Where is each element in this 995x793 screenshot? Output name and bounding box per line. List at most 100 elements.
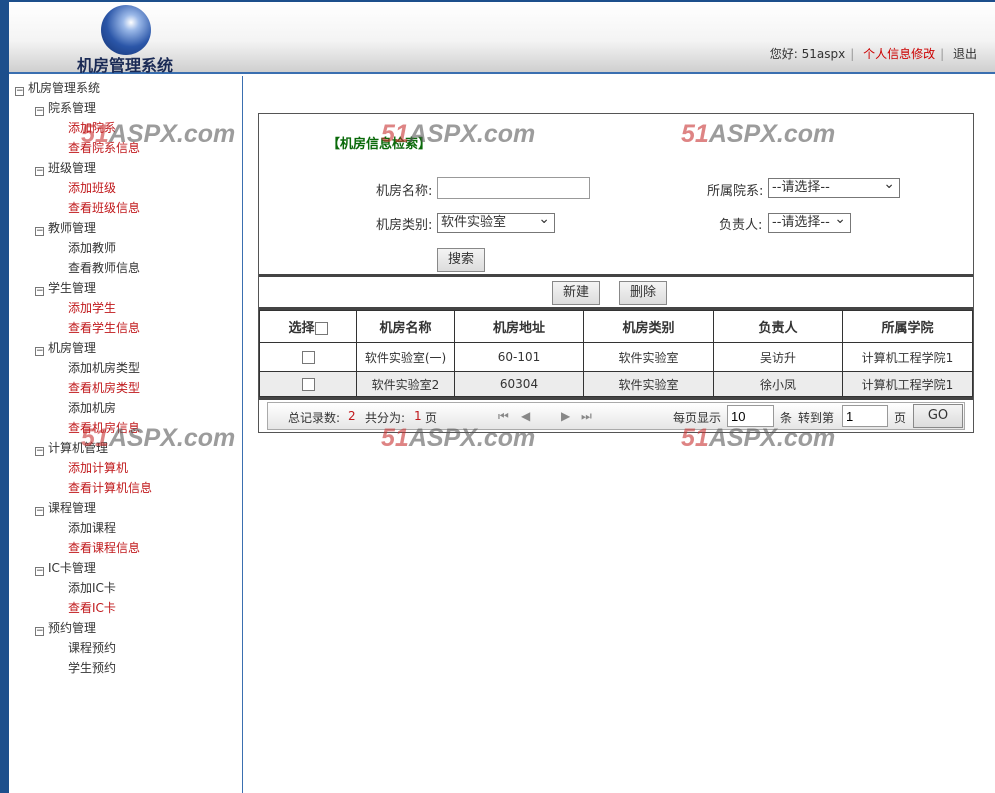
tree-item[interactable]: 添加IC卡 (9, 578, 242, 598)
sidebar-tree: − 机房管理系统 − 院系管理 添加院系 查看院系信息 − 班级管理 添加班级 查看班级信息 − 教师… (9, 76, 243, 793)
new-button[interactable]: 新建 (552, 281, 600, 305)
last-page-icon[interactable]: ⏭ (581, 409, 592, 424)
collapse-icon[interactable]: − (35, 287, 44, 296)
tree-item[interactable]: 查看计算机信息 (9, 478, 242, 498)
collapse-icon[interactable]: − (15, 87, 24, 96)
tree-group[interactable]: − 班级管理 (9, 158, 242, 178)
manager-select[interactable]: --请选择-- (768, 210, 851, 233)
collapse-icon[interactable]: − (35, 347, 44, 356)
tree-item[interactable]: 添加教师 (9, 238, 242, 258)
tree-item[interactable]: 添加机房类型 (9, 358, 242, 378)
collapse-icon[interactable]: − (35, 507, 44, 516)
tree-item[interactable]: 查看课程信息 (9, 538, 242, 558)
tree-group-label: 预约管理 (48, 621, 97, 635)
tree-group-label: 学生管理 (48, 281, 97, 295)
action-bar: 新建 删除 (259, 277, 973, 310)
tree-group-label: 院系管理 (48, 101, 97, 115)
tree-item[interactable]: 添加学生 (9, 298, 242, 318)
tree-group[interactable]: − IC卡管理 (9, 558, 242, 578)
collapse-icon[interactable]: − (35, 227, 44, 236)
header-college: 所属学院 (842, 310, 973, 343)
header-label: 选择 (288, 321, 315, 336)
logout-link[interactable]: 退出 (953, 47, 977, 61)
tree-group[interactable]: − 预约管理 (9, 618, 242, 638)
user-bar: 您好: 51aspx | 个人信息修改 | 退出 (769, 47, 977, 61)
tree-group-label: 计算机管理 (48, 441, 109, 455)
table-cell: 软件实验室 (583, 342, 714, 372)
rooms-table: 选择 机房名称 机房地址 机房类别 负责人 所属学院 软件实验室(一) 60-10… (259, 310, 973, 397)
next-page-icon[interactable]: ▶ (561, 409, 570, 423)
row-checkbox[interactable] (301, 351, 315, 364)
first-page-icon[interactable]: ⏮ (498, 409, 509, 424)
goto-page-input[interactable] (842, 405, 888, 427)
table-cell: 计算机工程学院1 (842, 371, 973, 397)
table-cell: 软件实验室(一) (356, 342, 455, 372)
tree-item[interactable]: 添加院系 (9, 118, 242, 138)
row-checkbox[interactable] (301, 378, 315, 391)
header-name: 机房名称 (356, 310, 455, 343)
table-cell: 软件实验室2 (356, 371, 455, 397)
tree-item[interactable]: 课程预约 (9, 638, 242, 658)
tree-group[interactable]: − 学生管理 (9, 278, 242, 298)
type-label: 机房类别: (376, 218, 433, 233)
tree-item[interactable]: 添加班级 (9, 178, 242, 198)
delete-button[interactable]: 删除 (619, 281, 667, 305)
collapse-icon[interactable]: − (35, 107, 44, 116)
tree-group-label: 课程管理 (48, 501, 97, 515)
select-all-checkbox[interactable] (314, 322, 328, 335)
search-button[interactable]: 搜索 (437, 248, 485, 272)
greeting: 您好: (769, 47, 798, 61)
table-row: 软件实验室2 60304 软件实验室 徐小凤 计算机工程学院1 (259, 371, 973, 397)
tree-item[interactable]: 查看机房类型 (9, 378, 242, 398)
tree-group[interactable]: − 计算机管理 (9, 438, 242, 458)
tree-item[interactable]: 学生预约 (9, 658, 242, 678)
tree-item[interactable]: 查看IC卡 (9, 598, 242, 618)
tree-group-label: 教师管理 (48, 221, 97, 235)
collapse-icon[interactable]: − (35, 627, 44, 636)
total-count: 2 (348, 409, 356, 423)
tree-group[interactable]: − 教师管理 (9, 218, 242, 238)
collapse-icon[interactable]: − (35, 167, 44, 176)
header-address: 机房地址 (454, 310, 584, 343)
tree-item[interactable]: 添加计算机 (9, 458, 242, 478)
profile-link[interactable]: 个人信息修改 (863, 47, 935, 61)
pages-unit: 页 (425, 411, 438, 425)
tree-item[interactable]: 查看机房信息 (9, 418, 242, 438)
tree-group[interactable]: − 机房管理 (9, 338, 242, 358)
dept-select[interactable]: --请选择-- (768, 175, 900, 198)
header: 机房管理系统 您好: 51aspx | 个人信息修改 | 退出 (9, 2, 995, 75)
room-name-input[interactable] (437, 177, 590, 199)
tree-root[interactable]: − 机房管理系统 (9, 78, 242, 98)
tree-item[interactable]: 查看院系信息 (9, 138, 242, 158)
tree-group[interactable]: − 课程管理 (9, 498, 242, 518)
table-cell: 60-101 (454, 342, 584, 372)
goto-unit: 页 (894, 411, 907, 425)
tree-item[interactable]: 添加机房 (9, 398, 242, 418)
collapse-icon[interactable]: − (35, 447, 44, 456)
tree-root-label: 机房管理系统 (28, 81, 101, 95)
tree-item[interactable]: 查看学生信息 (9, 318, 242, 338)
type-select[interactable]: 软件实验室 (437, 210, 555, 233)
total-label: 总记录数: (288, 411, 341, 425)
table-cell: 软件实验室 (583, 371, 714, 397)
goto-label: 转到第 (798, 411, 835, 425)
prev-page-icon[interactable]: ◀ (521, 409, 530, 423)
per-page-input[interactable] (727, 405, 774, 427)
search-title: 【机房信息检索】 (327, 137, 432, 152)
logo-text: 机房管理系统 (77, 56, 174, 75)
table-cell: 60304 (454, 371, 584, 397)
row-select-cell (259, 371, 357, 397)
main-panel: 【机房信息检索】 机房名称: 所属院系: --请选择-- 机房类别: 软件实验室… (258, 113, 974, 433)
header-manager: 负责人 (713, 310, 843, 343)
table-cell: 计算机工程学院1 (842, 342, 973, 372)
go-button[interactable]: GO (913, 404, 963, 428)
tree-group[interactable]: − 院系管理 (9, 98, 242, 118)
table-cell: 吴访升 (713, 342, 843, 372)
tree-item[interactable]: 查看教师信息 (9, 258, 242, 278)
name-label: 机房名称: (376, 184, 433, 199)
pager: 总记录数: 2 共分为: 1 页 ⏮ ◀ ▶ ⏭ 每页显示 条 转到第 页 GO (259, 397, 973, 432)
username: 51aspx (801, 47, 846, 61)
tree-item[interactable]: 添加课程 (9, 518, 242, 538)
collapse-icon[interactable]: − (35, 567, 44, 576)
tree-item[interactable]: 查看班级信息 (9, 198, 242, 218)
